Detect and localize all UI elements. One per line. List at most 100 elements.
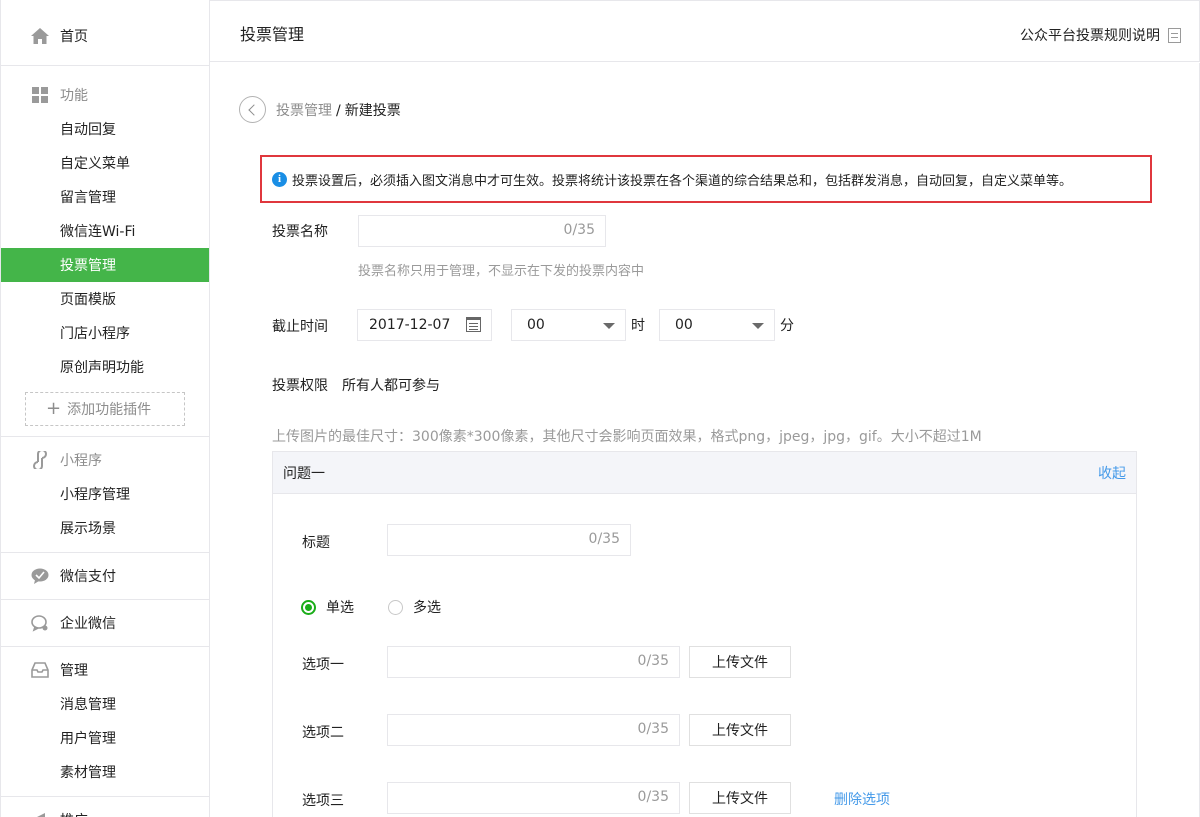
nav-group-manage: 管理 消息管理 用户管理 素材管理 xyxy=(1,647,209,797)
hour-unit: 时 xyxy=(631,318,645,334)
breadcrumb-parent[interactable]: 投票管理 xyxy=(276,103,332,119)
multi-choice-label: 多选 xyxy=(413,600,441,616)
question-title-input[interactable]: 0/35 xyxy=(387,524,631,556)
deadline-date-value: 2017-12-07 xyxy=(369,317,451,333)
notice-text: 投票设置后，必须插入图文消息中才可生效。投票将统计该投票在各个渠道的综合结果总和… xyxy=(292,173,1073,189)
vote-rules-link[interactable]: 公众平台投票规则说明 xyxy=(1020,25,1181,45)
nav-group-pay: 微信支付 xyxy=(1,553,209,600)
inbox-icon xyxy=(31,661,49,679)
back-button[interactable] xyxy=(239,96,266,123)
section-function: 功能 xyxy=(1,78,209,112)
chevron-down-icon xyxy=(603,323,615,329)
grid-icon xyxy=(31,86,49,104)
sidebar: 首页 功能 自动回复 自定义菜单 留言管理 微信连Wi-Fi 投票管理 页面模版… xyxy=(0,0,210,817)
upload-file-button[interactable]: 上传文件 xyxy=(689,714,791,746)
question-title: 问题一 xyxy=(283,465,325,482)
upload-file-button[interactable]: 上传文件 xyxy=(689,782,791,814)
sidebar-item-vote[interactable]: 投票管理 xyxy=(1,248,209,282)
sidebar-item-page-template[interactable]: 页面模版 xyxy=(1,282,209,316)
notice-banner: i 投票设置后，必须插入图文消息中才可生效。投票将统计该投票在各个渠道的综合结果… xyxy=(260,155,1152,203)
option-label: 选项三 xyxy=(302,793,344,809)
multi-choice-radio[interactable]: 多选 xyxy=(388,597,441,617)
upload-file-button[interactable]: 上传文件 xyxy=(689,646,791,678)
megaphone-icon xyxy=(31,811,49,817)
page-header: 投票管理 公众平台投票规则说明 xyxy=(210,0,1200,62)
nav-group-promote: 推广 xyxy=(1,797,209,817)
miniprogram-icon xyxy=(31,451,49,469)
question-panel-header: 问题一 收起 xyxy=(273,452,1136,494)
home-icon xyxy=(31,27,49,45)
nav-group-function: 功能 自动回复 自定义菜单 留言管理 微信连Wi-Fi 投票管理 页面模版 门店… xyxy=(1,66,209,437)
sidebar-item-work-wechat[interactable]: 企业微信 xyxy=(1,606,209,640)
sidebar-item-original[interactable]: 原创声明功能 xyxy=(1,350,209,384)
breadcrumb: 投票管理 / 新建投票 xyxy=(276,100,401,120)
sidebar-item-label: 推广 xyxy=(60,810,88,817)
radio-checked-icon xyxy=(301,599,316,615)
deadline-label: 截止时间 xyxy=(272,319,328,335)
option-label: 选项一 xyxy=(302,657,344,673)
document-icon xyxy=(1168,27,1181,43)
option-counter: 0/35 xyxy=(637,653,669,669)
section-manage: 管理 xyxy=(1,653,209,687)
sidebar-item-wechat-pay[interactable]: 微信支付 xyxy=(1,559,209,593)
section-miniprogram: 小程序 xyxy=(1,443,209,477)
vote-rules-label: 公众平台投票规则说明 xyxy=(1020,28,1160,44)
collapse-link[interactable]: 收起 xyxy=(1098,463,1126,483)
add-plugin-label: 添加功能插件 xyxy=(67,402,152,418)
wechat-pay-icon xyxy=(31,567,49,585)
option-input[interactable]: 0/35 xyxy=(387,782,680,814)
option-label: 选项二 xyxy=(302,725,344,741)
minute-unit: 分 xyxy=(780,318,794,334)
add-plugin-button[interactable]: + 添加功能插件 xyxy=(25,392,185,426)
hour-value: 00 xyxy=(527,317,545,333)
main-content: 投票管理 / 新建投票 i 投票设置后，必须插入图文消息中才可生效。投票将统计该投票… xyxy=(210,63,1200,817)
calendar-icon xyxy=(466,317,481,332)
delete-option-link[interactable]: 删除选项 xyxy=(834,789,890,809)
permission-label: 投票权限 xyxy=(272,378,328,394)
option-input[interactable]: 0/35 xyxy=(387,646,680,678)
radio-unchecked-icon xyxy=(388,599,403,615)
sidebar-item-store-miniprogram[interactable]: 门店小程序 xyxy=(1,316,209,350)
breadcrumb-separator: / xyxy=(336,103,341,119)
sidebar-item-custom-menu[interactable]: 自定义菜单 xyxy=(1,146,209,180)
section-label: 管理 xyxy=(60,663,88,679)
vote-name-hint: 投票名称只用于管理，不显示在下发的投票内容中 xyxy=(358,264,645,279)
sidebar-item-comments[interactable]: 留言管理 xyxy=(1,180,209,214)
sidebar-item-scenes[interactable]: 展示场景 xyxy=(1,511,209,545)
minute-value: 00 xyxy=(675,317,693,333)
sidebar-item-users[interactable]: 用户管理 xyxy=(1,721,209,755)
section-label: 小程序 xyxy=(60,453,102,469)
vote-name-counter: 0/35 xyxy=(563,222,595,238)
option-counter: 0/35 xyxy=(637,721,669,737)
work-wechat-icon xyxy=(31,614,49,632)
sidebar-item-label: 企业微信 xyxy=(60,616,116,632)
question-title-counter: 0/35 xyxy=(588,531,620,547)
sidebar-item-messages[interactable]: 消息管理 xyxy=(1,687,209,721)
sidebar-item-promote[interactable]: 推广 xyxy=(1,803,209,817)
chevron-down-icon xyxy=(752,323,764,329)
sidebar-item-miniprogram-manage[interactable]: 小程序管理 xyxy=(1,477,209,511)
question-panel: 问题一 收起 标题 0/35 单选 多选 选项一 0/35 上传文件 选项二 0… xyxy=(272,451,1137,817)
option-counter: 0/35 xyxy=(637,789,669,805)
single-choice-radio[interactable]: 单选 xyxy=(301,597,354,617)
sidebar-item-materials[interactable]: 素材管理 xyxy=(1,755,209,789)
nav-group-miniprogram: 小程序 小程序管理 展示场景 xyxy=(1,437,209,553)
sidebar-item-label: 首页 xyxy=(60,29,88,45)
permission-value: 所有人都可参与 xyxy=(342,378,440,394)
breadcrumb-current: 新建投票 xyxy=(344,103,401,119)
sidebar-item-auto-reply[interactable]: 自动回复 xyxy=(1,112,209,146)
page-title: 投票管理 xyxy=(240,25,305,44)
deadline-minute-select[interactable]: 00 xyxy=(659,309,775,341)
sidebar-item-home[interactable]: 首页 xyxy=(1,19,209,53)
deadline-hour-select[interactable]: 00 xyxy=(511,309,626,341)
nav-group-home: 首页 xyxy=(1,0,209,66)
sidebar-item-wifi[interactable]: 微信连Wi-Fi xyxy=(1,214,209,248)
nav-group-work: 企业微信 xyxy=(1,600,209,647)
plus-icon: + xyxy=(46,398,62,419)
option-input[interactable]: 0/35 xyxy=(387,714,680,746)
vote-name-input[interactable]: 0/35 xyxy=(358,215,606,247)
section-label: 功能 xyxy=(60,88,88,104)
deadline-date-picker[interactable]: 2017-12-07 xyxy=(357,309,492,341)
info-icon: i xyxy=(272,171,287,187)
single-choice-label: 单选 xyxy=(326,600,354,616)
